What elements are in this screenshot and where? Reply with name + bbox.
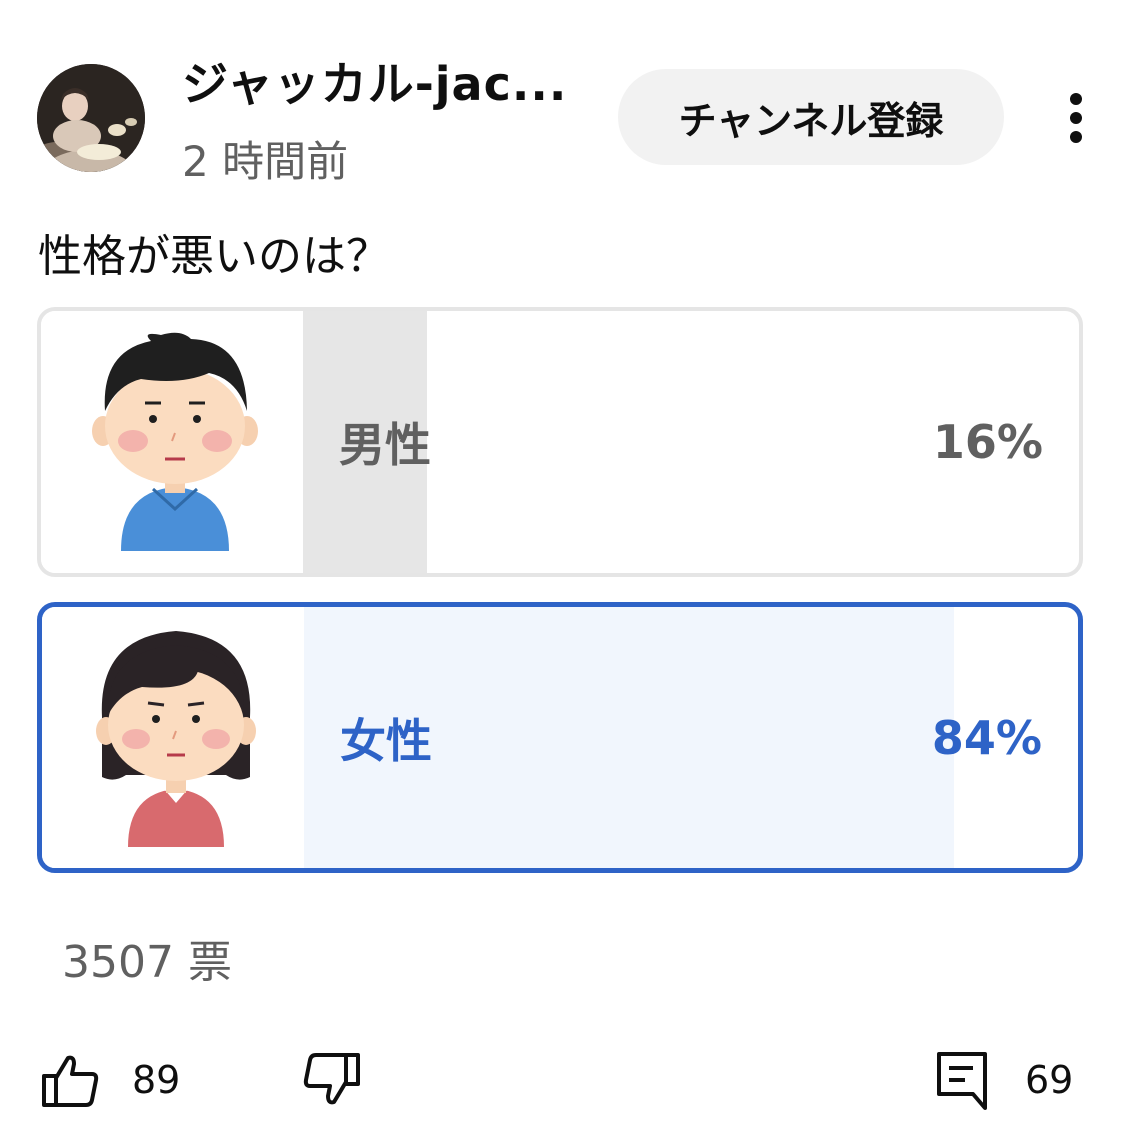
channel-name[interactable]: ジャッカル-jac...: [182, 48, 567, 114]
comment-count: 69: [1025, 1058, 1074, 1102]
channel-avatar[interactable]: [37, 64, 145, 172]
more-vert-icon: [1070, 93, 1082, 143]
poll-question: 性格が悪いのは？: [38, 231, 390, 282]
thumbs-up-icon: [42, 1055, 99, 1107]
poll-option-label: 女性: [340, 713, 432, 768]
woman-illustration: [42, 607, 304, 868]
man-illustration: [41, 311, 303, 573]
poll-option-female[interactable]: 女性 84%: [37, 602, 1083, 873]
vote-count: 3507 票: [62, 937, 232, 988]
thumbs-down-icon: [303, 1053, 360, 1105]
poll-option-label: 男性: [339, 418, 431, 472]
dislike-button[interactable]: [302, 1048, 362, 1112]
post-time: 2 時間前: [182, 137, 349, 186]
like-count: 89: [132, 1058, 181, 1102]
poll-option-male[interactable]: 男性 16%: [37, 307, 1083, 577]
more-options-button[interactable]: [1050, 88, 1102, 148]
like-button[interactable]: 89: [40, 1048, 180, 1112]
comment-icon: [937, 1052, 987, 1110]
subscribe-button[interactable]: チャンネル登録: [618, 69, 1004, 165]
avatar-photo: [37, 64, 145, 172]
poll-option-percent: 16%: [932, 415, 1043, 469]
comments-button[interactable]: 69: [935, 1048, 1073, 1112]
poll-option-percent: 84%: [931, 710, 1042, 765]
